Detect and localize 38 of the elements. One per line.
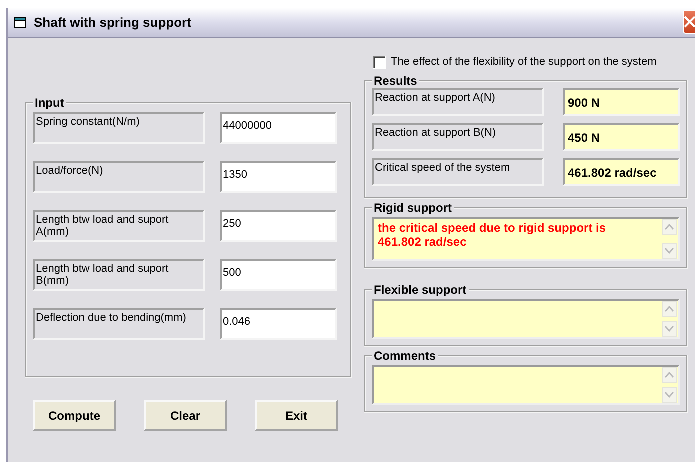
result-field: 450 N xyxy=(563,123,680,151)
field-label: Deflection due to bending(mm) xyxy=(33,308,205,340)
window-title: Shaft with spring support xyxy=(34,15,192,30)
group-title: Comments xyxy=(373,349,438,363)
input-field[interactable]: 250 xyxy=(220,210,337,242)
result-label: Critical speed of the system xyxy=(372,158,544,186)
checkbox[interactable] xyxy=(373,56,386,68)
result-field: 900 N xyxy=(563,88,680,116)
scroll-down-icon[interactable] xyxy=(662,321,677,337)
group-title: Results xyxy=(373,74,418,88)
result-field: 461.802 rad/sec xyxy=(563,158,680,186)
text-area[interactable] xyxy=(372,365,680,405)
scroll-up-icon[interactable] xyxy=(662,301,677,317)
input-field[interactable]: 0.046 xyxy=(220,308,337,340)
field-label: Length btw load and suport B(mm) xyxy=(33,259,205,291)
input-field[interactable]: 44000000 xyxy=(220,112,337,144)
compute-button[interactable]: Compute xyxy=(33,400,116,431)
group-title: Flexible support xyxy=(373,283,468,297)
exit-button[interactable]: Exit xyxy=(255,400,338,431)
input-field[interactable]: 1350 xyxy=(220,161,337,193)
text-area[interactable] xyxy=(372,299,680,339)
field-label: Length btw load and suport A(mm) xyxy=(33,210,205,242)
checkbox-label: The effect of the flexibility of the support on the system xyxy=(391,56,657,68)
result-label: Reaction at support A(N) xyxy=(372,88,544,116)
scroll-up-icon[interactable] xyxy=(662,219,677,235)
result-message: the critical speed due to rigid support is 461.802 rad/sec xyxy=(378,221,608,249)
scroll-down-icon[interactable] xyxy=(662,243,677,259)
clear-button[interactable]: Clear xyxy=(144,400,227,431)
scroll-down-icon[interactable] xyxy=(662,387,677,403)
result-label: Reaction at support B(N) xyxy=(372,123,544,151)
field-label: Load/force(N) xyxy=(33,161,205,193)
text-area[interactable]: the critical speed due to rigid support is 461.802 rad/sec xyxy=(372,217,680,261)
input-field[interactable]: 500 xyxy=(220,259,337,291)
group-title: Rigid support xyxy=(373,201,453,215)
field-label: Spring constant(N/m) xyxy=(33,112,205,144)
app-icon xyxy=(14,16,28,30)
scroll-up-icon[interactable] xyxy=(662,367,677,383)
group-title: Input xyxy=(34,96,66,110)
